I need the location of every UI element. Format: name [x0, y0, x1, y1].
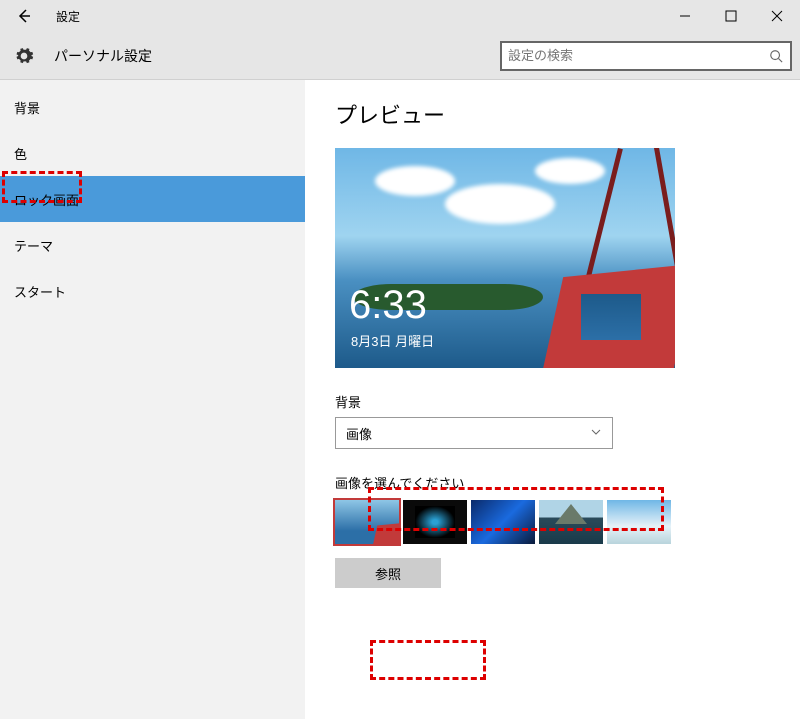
- settings-app-icon-box[interactable]: [0, 32, 48, 80]
- sidebar-item-label: テーマ: [14, 236, 53, 255]
- maximize-button[interactable]: [708, 0, 754, 32]
- preview-clock: 6:33: [349, 283, 427, 328]
- sidebar-item-label: ロック画面: [14, 190, 79, 209]
- page-title: パーソナル設定: [54, 46, 152, 66]
- thumbnail-2[interactable]: [403, 500, 467, 544]
- search-box[interactable]: [500, 41, 792, 71]
- sidebar-item-start[interactable]: スタート: [0, 268, 305, 314]
- sidebar-item-label: 背景: [14, 98, 40, 117]
- background-label: 背景: [335, 392, 772, 411]
- sidebar-item-label: 色: [14, 144, 27, 163]
- image-thumbnails: [335, 500, 772, 544]
- sidebar-item-lockscreen[interactable]: ロック画面: [0, 176, 305, 222]
- minimize-button[interactable]: [662, 0, 708, 32]
- content-pane: プレビュー 6:33 8月3日 月曜日 背景 画像 画像を選んでください 参照: [305, 80, 800, 719]
- chevron-down-icon: [590, 426, 602, 441]
- sidebar-item-label: スタート: [14, 282, 66, 301]
- browse-button[interactable]: 参照: [335, 558, 441, 588]
- sidebar-item-themes[interactable]: テーマ: [0, 222, 305, 268]
- dropdown-value: 画像: [346, 424, 372, 443]
- lockscreen-preview: 6:33 8月3日 月曜日: [335, 148, 675, 368]
- choose-image-label: 画像を選んでください: [335, 473, 772, 492]
- window-controls: [662, 0, 800, 32]
- close-icon: [771, 10, 783, 22]
- maximize-icon: [725, 10, 737, 22]
- minimize-icon: [679, 10, 691, 22]
- sidebar-item-background[interactable]: 背景: [0, 84, 305, 130]
- back-button[interactable]: [0, 0, 48, 32]
- window-title: 設定: [48, 8, 80, 25]
- sidebar-item-color[interactable]: 色: [0, 130, 305, 176]
- header-bar: パーソナル設定: [0, 32, 800, 80]
- thumbnail-4[interactable]: [539, 500, 603, 544]
- thumbnail-1[interactable]: [335, 500, 399, 544]
- gear-icon: [14, 46, 34, 66]
- search-input[interactable]: [508, 48, 768, 63]
- preview-date: 8月3日 月曜日: [351, 331, 434, 350]
- background-dropdown[interactable]: 画像: [335, 417, 613, 449]
- search-icon: [768, 48, 784, 64]
- thumbnail-3[interactable]: [471, 500, 535, 544]
- titlebar: 設定: [0, 0, 800, 32]
- preview-heading: プレビュー: [335, 98, 772, 130]
- thumbnail-5[interactable]: [607, 500, 671, 544]
- sidebar: 背景 色 ロック画面 テーマ スタート: [0, 80, 305, 719]
- close-button[interactable]: [754, 0, 800, 32]
- arrow-left-icon: [16, 8, 32, 24]
